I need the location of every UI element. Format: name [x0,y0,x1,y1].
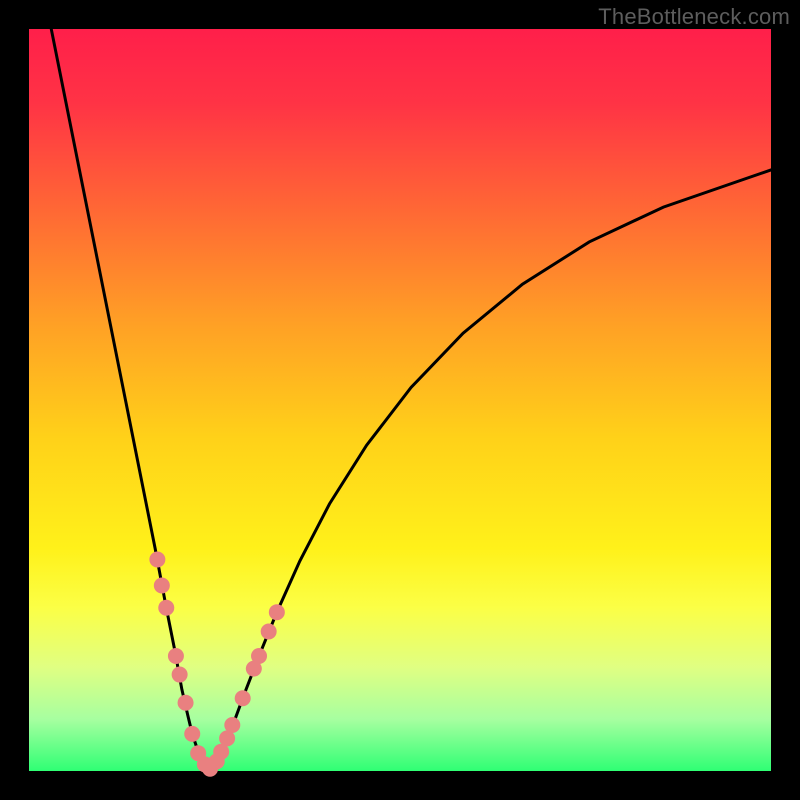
watermark-text: TheBottleneck.com [598,4,790,30]
marker-point [149,552,165,568]
marker-point [261,624,277,640]
marker-point [269,604,285,620]
marker-point [168,648,184,664]
marker-point [251,648,267,664]
marker-point [235,690,251,706]
marker-point [158,600,174,616]
marker-point [172,667,188,683]
marker-point [224,717,240,733]
chart-frame: TheBottleneck.com [0,0,800,800]
marker-point [184,726,200,742]
marker-point [154,578,170,594]
curve-left-branch [51,29,210,770]
marker-point [178,695,194,711]
curve-right-branch [210,170,771,770]
curve-layer [29,29,771,771]
